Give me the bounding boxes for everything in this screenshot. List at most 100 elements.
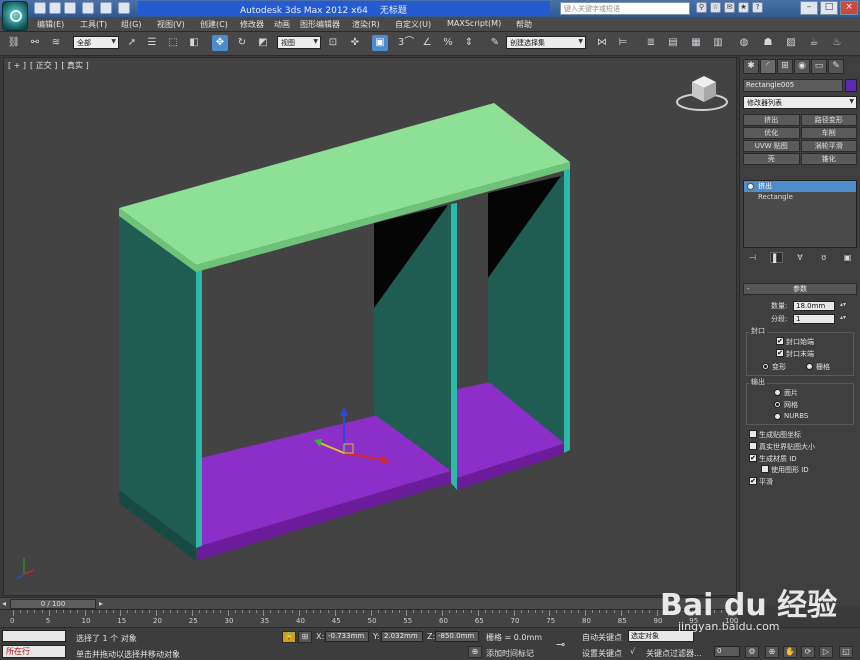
real-world-map-checkbox[interactable]: 真实世界贴图大小 — [749, 442, 815, 452]
maximize-viewport-icon[interactable]: ◱ — [839, 646, 853, 658]
menu-modifiers[interactable]: 修改器 — [240, 19, 264, 30]
save-file-icon[interactable] — [64, 2, 76, 14]
amount-spinner[interactable]: 18.0mm — [793, 301, 846, 311]
window-crossing-icon[interactable]: ◧ — [186, 35, 202, 51]
key-filters-icon[interactable]: √ — [630, 647, 635, 656]
viewport-pov-label[interactable]: [ 正交 ] — [30, 61, 57, 70]
nurbs-radio[interactable]: NURBS — [774, 412, 808, 420]
viewcube[interactable] — [676, 76, 728, 111]
stack-item-extrude[interactable]: 挤出 — [744, 181, 856, 192]
viewport-shading-label[interactable]: [ 真实 ] — [61, 61, 88, 70]
project-folder-icon[interactable] — [118, 2, 130, 14]
taper-button[interactable]: 锥化 — [800, 153, 857, 165]
motion-tab-icon[interactable]: ◉ — [794, 59, 810, 74]
make-unique-icon[interactable]: ∀ — [794, 252, 807, 263]
modify-tab-icon[interactable]: ◜ — [760, 59, 776, 74]
smooth-checkbox[interactable]: ✔ 平滑 — [749, 477, 773, 487]
material-editor-icon[interactable]: ◍ — [736, 35, 752, 51]
keyboard-shortcut-override-icon[interactable]: ▣ — [372, 35, 388, 51]
object-name-field[interactable]: Rectangle005 — [743, 79, 843, 92]
key-mode-icon[interactable]: ⊸ — [556, 638, 565, 651]
select-by-name-icon[interactable]: ☰ — [144, 35, 160, 51]
menu-group[interactable]: 组(G) — [121, 19, 141, 30]
favorites-icon[interactable]: ★ — [738, 2, 749, 13]
modifier-list-dropdown[interactable]: 修改器列表 — [743, 96, 857, 109]
viewport-label[interactable]: [ + ] [ 正交 ] [ 真实 ] — [8, 60, 93, 71]
set-key-button[interactable]: 设置关键点 — [582, 648, 622, 659]
time-slider[interactable]: ◂ 0 / 100 ▸ — [0, 597, 737, 609]
orbit-icon[interactable]: ⟳ — [801, 646, 815, 658]
display-tab-icon[interactable]: ▭ — [811, 59, 827, 74]
auto-key-button[interactable]: 自动关键点 — [582, 632, 622, 643]
select-and-scale-icon[interactable]: ◩ — [255, 35, 271, 51]
menu-customize[interactable]: 自定义(U) — [395, 19, 431, 30]
menu-views[interactable]: 视图(V) — [157, 19, 185, 30]
create-tab-icon[interactable]: ✱ — [743, 59, 759, 74]
percent-snap-icon[interactable]: % — [440, 35, 456, 51]
stack-item-rectangle[interactable]: Rectangle — [744, 192, 856, 203]
unlink-icon[interactable]: ⚯ — [27, 35, 43, 51]
fov-icon[interactable]: ▷ — [819, 646, 833, 658]
select-and-move-icon[interactable]: ✥ — [212, 35, 228, 51]
lightbulb-icon[interactable] — [747, 183, 754, 190]
turbosmooth-button[interactable]: 涡轮平滑 — [800, 140, 857, 152]
render-iterative-icon[interactable]: ♨ — [829, 35, 845, 51]
named-selection-dropdown[interactable]: 创建选择集 — [506, 36, 586, 49]
morph-radio[interactable]: 变形 — [762, 362, 786, 372]
menu-tools[interactable]: 工具(T) — [80, 19, 107, 30]
minimize-button[interactable]: – — [800, 1, 818, 15]
snap-toggle-icon[interactable]: 3⌒ — [396, 35, 416, 51]
maximize-button[interactable]: □ — [820, 1, 838, 15]
gizmo-z-arrow[interactable] — [340, 407, 348, 416]
communication-icon[interactable]: ✉ — [724, 2, 735, 13]
schematic-view-icon[interactable]: ▥ — [710, 35, 726, 51]
key-filters-button[interactable]: 关键点过滤器... — [646, 648, 702, 659]
graphite-ribbon-icon[interactable]: ▤ — [665, 35, 681, 51]
edit-named-selection-icon[interactable]: ✎ — [487, 35, 503, 51]
segments-spinner[interactable]: 1 — [793, 314, 846, 324]
help-icon[interactable]: ? — [752, 2, 763, 13]
mirror-icon[interactable]: ⋈ — [594, 35, 610, 51]
zoom-icon[interactable]: ⊕ — [765, 646, 779, 658]
menu-maxscript[interactable]: MAXScript(M) — [447, 19, 501, 28]
application-button[interactable] — [2, 1, 28, 31]
selection-lock-icon[interactable]: 🔒 — [282, 631, 296, 643]
extrude-button[interactable]: 挤出 — [743, 114, 800, 126]
layer-manager-icon[interactable]: ≣ — [643, 35, 659, 51]
y-coordinate-field[interactable]: 2.032mm — [381, 631, 423, 642]
spinner-snap-icon[interactable]: ⇕ — [461, 35, 477, 51]
new-file-icon[interactable] — [34, 2, 46, 14]
menu-graph-editors[interactable]: 图形编辑器 — [300, 19, 340, 30]
shell-button[interactable]: 壳 — [743, 153, 800, 165]
time-slider-handle[interactable]: 0 / 100 — [10, 599, 96, 609]
object-color-swatch[interactable] — [845, 79, 857, 92]
next-frame-icon[interactable]: ▸ — [99, 599, 103, 608]
open-file-icon[interactable] — [49, 2, 61, 14]
viewport-menu-label[interactable]: [ + ] — [8, 61, 26, 70]
cap-end-checkbox[interactable]: ✔ 封口末端 — [776, 349, 814, 359]
angle-snap-icon[interactable]: ∠ — [419, 35, 435, 51]
close-button[interactable]: × — [840, 1, 858, 15]
optimize-button[interactable]: 优化 — [743, 127, 800, 139]
mesh-radio[interactable]: 网格 — [774, 400, 798, 410]
prev-frame-icon[interactable]: ◂ — [2, 599, 6, 608]
menu-help[interactable]: 帮助 — [516, 19, 532, 30]
pin-stack-icon[interactable]: ⊣ — [746, 252, 759, 263]
undo-icon[interactable] — [82, 2, 94, 14]
binoculars-icon[interactable]: ⚲ — [696, 2, 707, 13]
configure-sets-icon[interactable]: ▣ — [841, 252, 854, 263]
menu-edit[interactable]: 编辑(E) — [37, 19, 64, 30]
select-object-icon[interactable]: ➚ — [124, 35, 140, 51]
lathe-button[interactable]: 车削 — [800, 127, 857, 139]
x-coordinate-field[interactable]: -0.733mm — [325, 631, 369, 642]
bind-spacewarp-icon[interactable]: ≋ — [48, 35, 64, 51]
reference-coordinate-dropdown[interactable]: 视图 — [277, 36, 321, 49]
add-time-tag[interactable]: 添加时间标记 — [486, 648, 534, 659]
rendered-frame-icon[interactable]: ▨ — [783, 35, 799, 51]
gen-map-coords-checkbox[interactable]: 生成贴图坐标 — [749, 430, 801, 440]
grid-radio[interactable]: 栅格 — [806, 362, 830, 372]
menu-rendering[interactable]: 渲染(R) — [352, 19, 380, 30]
menu-create[interactable]: 创建(C) — [200, 19, 228, 30]
absolute-mode-icon[interactable]: ⊞ — [298, 631, 312, 643]
render-setup-icon[interactable]: ☗ — [760, 35, 776, 51]
